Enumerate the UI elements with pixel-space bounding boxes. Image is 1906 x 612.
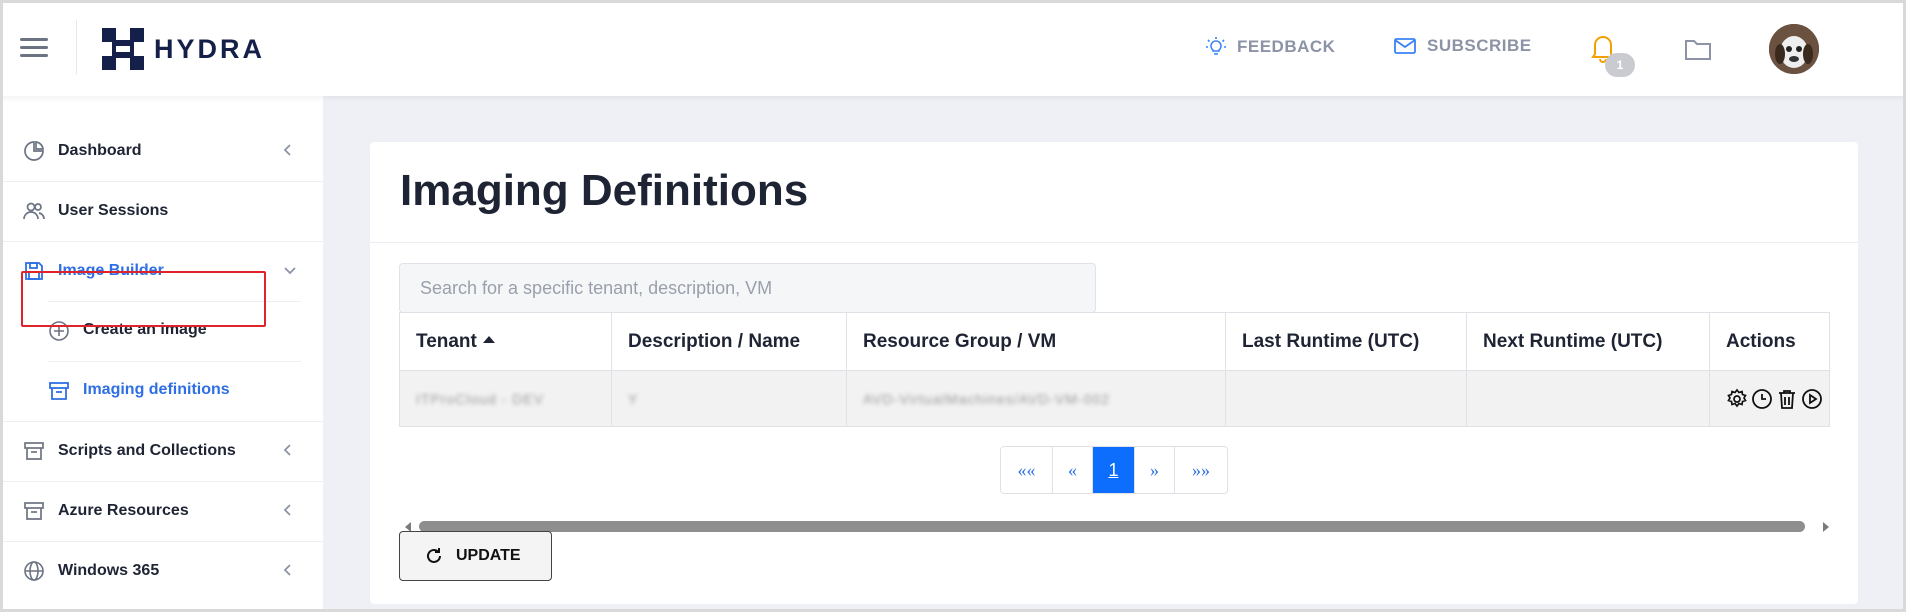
play-circle-icon[interactable]	[1801, 388, 1823, 410]
column-label: Tenant	[416, 330, 477, 352]
card-divider	[370, 242, 1858, 243]
user-avatar[interactable]	[1769, 24, 1819, 74]
mail-icon	[1393, 36, 1417, 56]
column-header-resource-group[interactable]: Resource Group / VM	[846, 312, 1226, 371]
page-title: Imaging Definitions	[400, 166, 809, 215]
sidebar-item-scripts-collections[interactable]: Scripts and Collections	[3, 421, 323, 481]
archive-icon	[23, 500, 45, 522]
table-header-row: Tenant Description / Name Resource Group…	[399, 312, 1830, 371]
highlight-annotation	[21, 271, 266, 327]
page-last-button[interactable]: »»	[1175, 447, 1227, 493]
users-icon	[23, 200, 45, 222]
table-row[interactable]: ITProCloud - DEV Y AVD-VirtualMachines/A…	[399, 370, 1830, 427]
sidebar-item-azure-resources[interactable]: Azure Resources	[3, 481, 323, 541]
column-label: Last Runtime (UTC)	[1242, 330, 1420, 352]
column-label: Next Runtime (UTC)	[1483, 330, 1663, 352]
page-current-button[interactable]: 1	[1093, 447, 1135, 493]
sidebar-item-label: Dashboard	[58, 142, 142, 159]
sidebar-item-label: User Sessions	[58, 202, 169, 219]
notification-badge: 1	[1605, 53, 1635, 77]
column-label: Description / Name	[628, 330, 801, 352]
trash-icon[interactable]	[1776, 388, 1798, 410]
sidebar-item-label: Azure Resources	[58, 502, 189, 519]
cell-tenant: ITProCloud - DEV	[399, 370, 612, 427]
archive-icon	[23, 440, 45, 462]
scroll-right-arrow-icon[interactable]	[1823, 522, 1829, 532]
lightbulb-icon	[1205, 36, 1227, 58]
page-first-button[interactable]: ««	[1001, 447, 1053, 493]
sidebar-item-label: Windows 365	[58, 562, 160, 579]
subscribe-label: SUBSCRIBE	[1427, 36, 1532, 55]
chevron-left-icon	[283, 503, 293, 522]
tenant-value: ITProCloud - DEV	[416, 390, 545, 407]
brand-name: HYDRA	[154, 33, 266, 64]
clock-icon[interactable]	[1751, 388, 1773, 410]
resource-group-value: AVD-VirtualMachines/AVD-VM-002	[863, 390, 1111, 407]
page-next-button[interactable]: »	[1135, 447, 1175, 493]
definitions-table: Tenant Description / Name Resource Group…	[399, 312, 1830, 427]
column-header-last-runtime[interactable]: Last Runtime (UTC)	[1225, 312, 1467, 371]
header-divider	[76, 20, 77, 74]
column-header-tenant[interactable]: Tenant	[399, 312, 612, 371]
sidebar-item-windows-365[interactable]: Windows 365	[3, 541, 323, 601]
chevron-left-icon	[283, 563, 293, 582]
column-header-actions: Actions	[1709, 312, 1830, 371]
brand-logo[interactable]: HYDRA	[100, 24, 265, 74]
feedback-link[interactable]: FEEDBACK	[1205, 36, 1335, 58]
top-header: HYDRA FEEDBACK SUBSCRIBE 1	[0, 0, 1906, 96]
page-prev-button[interactable]: «	[1053, 447, 1093, 493]
horizontal-scrollbar[interactable]	[401, 516, 1829, 538]
update-button[interactable]: UPDATE	[399, 531, 552, 581]
search-input[interactable]	[399, 263, 1096, 313]
column-label: Resource Group / VM	[863, 330, 1057, 352]
row-actions	[1726, 388, 1829, 410]
sidebar: Dashboard User Sessions Image Builder Cr…	[3, 96, 323, 609]
pie-chart-icon	[23, 140, 45, 162]
cell-actions	[1709, 370, 1830, 427]
archive-icon	[48, 380, 70, 407]
globe-icon	[23, 560, 45, 582]
cell-description: Y	[611, 370, 847, 427]
sidebar-item-dashboard[interactable]: Dashboard	[3, 121, 323, 181]
subscribe-link[interactable]: SUBSCRIBE	[1393, 36, 1532, 56]
sidebar-item-user-sessions[interactable]: User Sessions	[3, 181, 323, 241]
chevron-down-icon	[283, 263, 297, 281]
sidebar-item-label: Imaging definitions	[83, 381, 230, 398]
cell-last-runtime	[1225, 370, 1467, 427]
pagination: «« « 1 » »»	[1000, 446, 1228, 494]
chevron-left-icon	[283, 143, 293, 162]
sort-ascending-icon	[482, 335, 495, 343]
update-label: UPDATE	[456, 547, 521, 564]
column-header-description[interactable]: Description / Name	[611, 312, 847, 371]
hamburger-menu-icon[interactable]	[20, 38, 48, 58]
cell-next-runtime	[1466, 370, 1710, 427]
sidebar-item-imaging-definitions[interactable]: Imaging definitions	[3, 361, 303, 421]
chevron-left-icon	[283, 443, 293, 462]
cell-resource-group: AVD-VirtualMachines/AVD-VM-002	[846, 370, 1226, 427]
feedback-label: FEEDBACK	[1237, 37, 1336, 56]
hydra-logo-icon	[102, 28, 144, 70]
scrollbar-thumb[interactable]	[419, 521, 1805, 532]
description-value: Y	[628, 390, 639, 407]
refresh-icon	[424, 546, 444, 566]
column-header-next-runtime[interactable]: Next Runtime (UTC)	[1466, 312, 1710, 371]
settings-gear-icon[interactable]	[1726, 388, 1748, 410]
column-label: Actions	[1726, 330, 1796, 352]
folder-icon[interactable]	[1683, 36, 1713, 67]
imaging-definitions-card: Imaging Definitions Tenant Description /…	[370, 142, 1858, 604]
sidebar-item-label: Scripts and Collections	[58, 442, 236, 459]
